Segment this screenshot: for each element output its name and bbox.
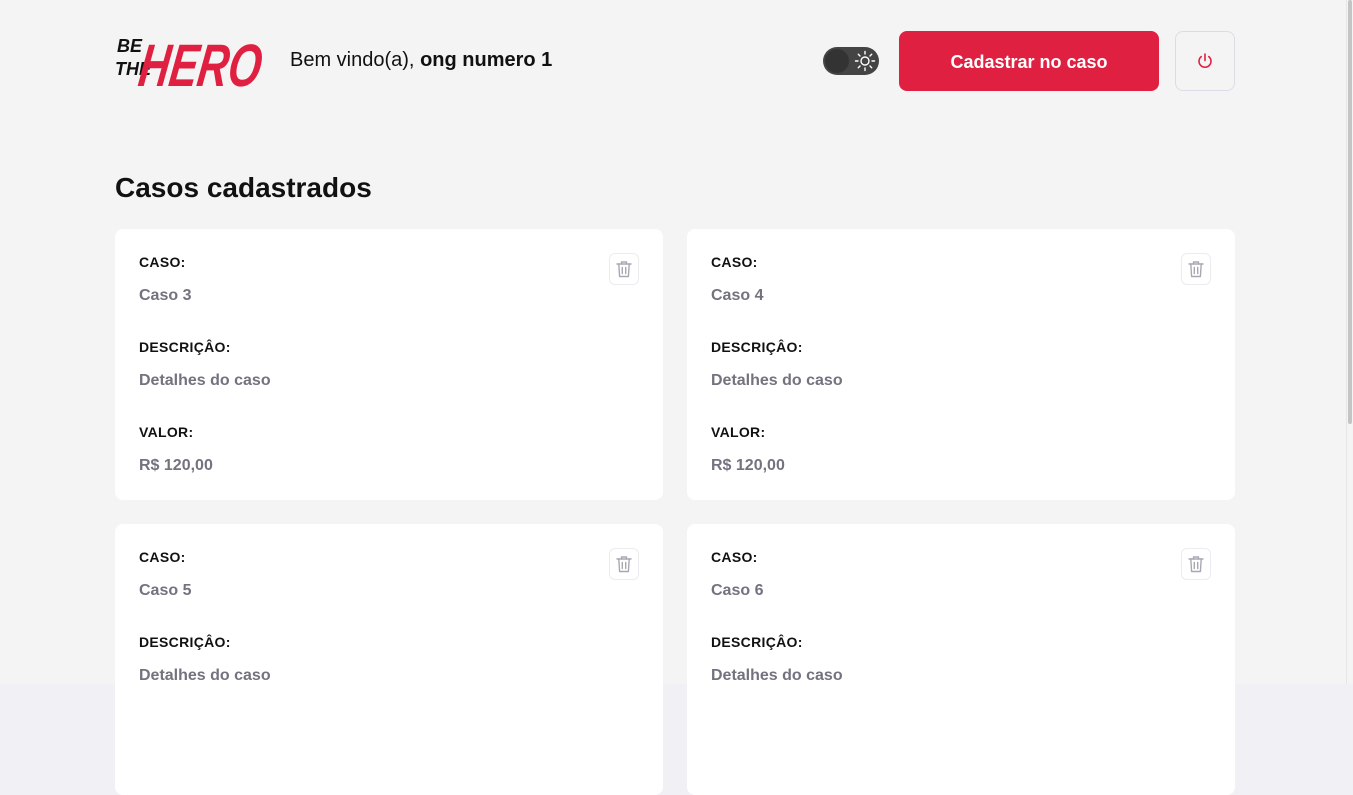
case-value: R$ 120,00 xyxy=(139,457,213,474)
case-title: Caso 4 xyxy=(711,287,764,304)
case-card: CASO: Caso 3 DESCRIÇÂO: Detalhes do caso… xyxy=(115,229,663,500)
header: BE THE HERO Bem vindo(a), ong numero 1 C… xyxy=(115,0,1235,122)
welcome-message: Bem vindo(a), ong numero 1 xyxy=(290,49,552,72)
case-label: CASO: xyxy=(711,549,758,565)
case-label: CASO: xyxy=(139,549,186,565)
trash-icon xyxy=(1188,556,1204,573)
case-card: CASO: Caso 5 DESCRIÇÂO: Detalhes do caso xyxy=(115,524,663,795)
theme-toggle-knob xyxy=(825,49,849,73)
register-case-button[interactable]: Cadastrar no caso xyxy=(899,31,1159,91)
case-label: CASO: xyxy=(711,254,758,270)
case-card: CASO: Caso 4 DESCRIÇÂO: Detalhes do caso… xyxy=(687,229,1235,500)
case-title: Caso 3 xyxy=(139,287,192,304)
delete-case-button[interactable] xyxy=(609,253,639,285)
description-label: DESCRIÇÂO: xyxy=(139,634,231,650)
profile-container: BE THE HERO Bem vindo(a), ong numero 1 C… xyxy=(115,0,1235,795)
description-label: DESCRIÇÂO: xyxy=(711,634,803,650)
case-description: Detalhes do caso xyxy=(711,372,843,389)
power-icon xyxy=(1198,53,1212,68)
case-card: CASO: Caso 6 DESCRIÇÂO: Detalhes do caso xyxy=(687,524,1235,795)
delete-case-button[interactable] xyxy=(1181,253,1211,285)
delete-case-button[interactable] xyxy=(1181,548,1211,580)
trash-icon xyxy=(1188,261,1204,278)
case-value: R$ 120,00 xyxy=(711,457,785,474)
delete-case-button[interactable] xyxy=(609,548,639,580)
value-label: VALOR: xyxy=(711,424,766,440)
trash-icon xyxy=(616,556,632,573)
logout-button[interactable] xyxy=(1175,31,1235,91)
case-description: Detalhes do caso xyxy=(139,667,271,684)
page-title: Casos cadastrados xyxy=(115,172,372,203)
welcome-ong-name: ong numero 1 xyxy=(420,49,553,71)
welcome-prefix: Bem vindo(a), xyxy=(290,49,421,71)
be-the-hero-logo: BE THE HERO xyxy=(115,31,267,94)
trash-icon xyxy=(616,261,632,278)
scrollbar-thumb[interactable] xyxy=(1348,0,1352,424)
case-description: Detalhes do caso xyxy=(711,667,843,684)
theme-toggle[interactable] xyxy=(823,47,879,75)
description-label: DESCRIÇÂO: xyxy=(711,339,803,355)
case-title: Caso 5 xyxy=(139,582,192,599)
case-title: Caso 6 xyxy=(711,582,764,599)
sun-icon xyxy=(854,50,876,72)
value-label: VALOR: xyxy=(139,424,194,440)
page: BE THE HERO Bem vindo(a), ong numero 1 C… xyxy=(0,0,1346,795)
case-label: CASO: xyxy=(139,254,186,270)
case-description: Detalhes do caso xyxy=(139,372,271,389)
logo-text-hero: HERO xyxy=(135,31,267,94)
vertical-scrollbar[interactable] xyxy=(1346,0,1353,684)
logo-text-be: BE xyxy=(117,36,143,56)
description-label: DESCRIÇÂO: xyxy=(139,339,231,355)
